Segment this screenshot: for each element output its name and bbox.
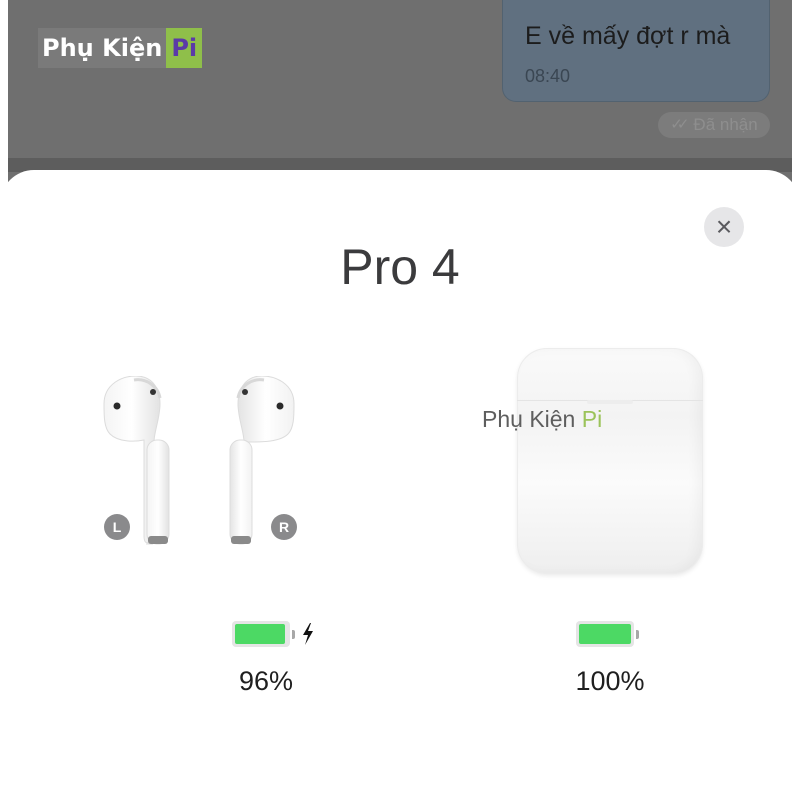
earbuds-battery-percent: 96% xyxy=(238,666,294,696)
right-earbud-label: R xyxy=(278,519,290,535)
chat-message-text: E về mấy đợt r mà xyxy=(525,22,731,50)
shop-logo-text: Phụ Kiện xyxy=(38,28,167,68)
watermark-text: Phụ Kiện xyxy=(482,406,582,432)
case-battery-cap xyxy=(636,629,639,639)
shop-logo: Phụ Kiện Pi xyxy=(38,28,203,68)
earbuds-battery-fill xyxy=(235,624,285,644)
case-latch xyxy=(587,400,633,404)
earbuds-battery xyxy=(232,621,315,647)
case-battery-icon xyxy=(576,621,634,647)
case-battery xyxy=(576,621,639,647)
delivery-status-badge: ✓✓ Đã nhận xyxy=(658,112,770,138)
charging-bolt-icon xyxy=(303,623,313,645)
case-battery-fill xyxy=(579,624,631,644)
shop-logo-pi: Pi xyxy=(166,28,203,68)
delivery-status-text: Đã nhận xyxy=(693,115,758,134)
watermark: Phụ Kiện Pi xyxy=(482,406,602,433)
charging-case-icon xyxy=(517,348,703,574)
case-battery-percent: 100% xyxy=(575,666,645,696)
right-earbud-badge: R xyxy=(271,514,297,540)
airpods-battery-popup: × Pro 4 L R Phụ Kiện Pi 96% 100% xyxy=(0,170,800,800)
watermark-pi: Pi xyxy=(581,406,603,432)
double-check-icon: ✓✓ xyxy=(670,116,689,133)
earbuds-battery-icon xyxy=(232,621,290,647)
device-name-title: Pro 4 xyxy=(340,239,460,295)
chat-message-bubble: E về mấy đợt r mà 08:40 xyxy=(502,0,770,102)
chat-message-time: 08:40 xyxy=(525,66,571,86)
screenshot: Phụ Kiện Pi E về mấy đợt r mà 08:40 ✓✓ Đ… xyxy=(0,0,800,800)
left-earbud-badge: L xyxy=(104,514,130,540)
earbuds-battery-cap xyxy=(292,629,295,639)
left-earbud-label: L xyxy=(112,519,122,535)
